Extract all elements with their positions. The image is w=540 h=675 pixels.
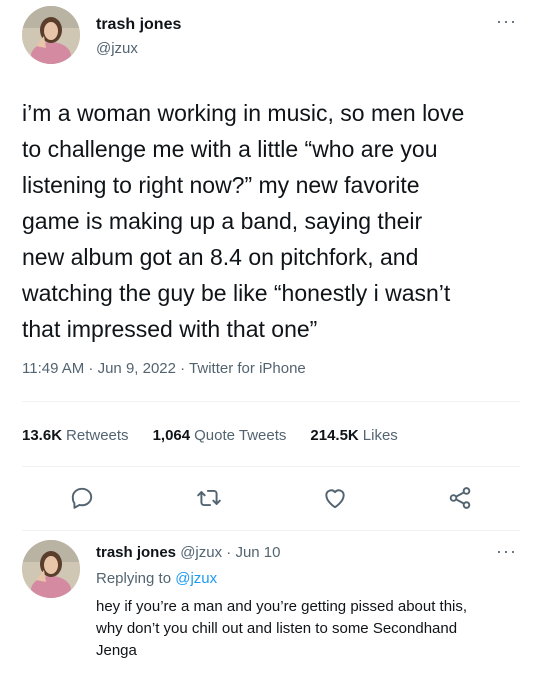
likes-label: Likes	[362, 427, 398, 444]
like-icon	[325, 489, 345, 509]
likes-stat[interactable]: 214.5K Likes	[310, 427, 397, 444]
replying-to-handle-link[interactable]: @jzux	[175, 570, 217, 587]
replying-to: Replying to @jzux	[96, 570, 217, 587]
reply-text: hey if you’re a man and you’re getting p…	[96, 598, 468, 659]
tweet-text: i’m a woman working in music, so men lov…	[22, 100, 465, 342]
reply-header: trash jones @jzux · Jun 10	[96, 544, 281, 561]
quote-tweets-count: 1,064	[152, 427, 191, 444]
reply-author-name[interactable]: trash jones	[96, 544, 176, 561]
tweet-timestamp[interactable]: 11:49 AM · Jun 9, 2022 · Twitter for iPh…	[22, 360, 306, 377]
divider	[22, 530, 520, 531]
separator: ·	[226, 544, 232, 561]
likes-count: 214.5K	[310, 427, 359, 444]
avatar-image	[22, 6, 80, 64]
share-button[interactable]	[447, 485, 473, 511]
replying-prefix: Replying to	[96, 570, 172, 587]
author-handle[interactable]: @jzux	[96, 40, 138, 57]
retweets-label: Retweets	[66, 427, 129, 444]
tweet-actions	[0, 485, 540, 515]
like-button[interactable]	[322, 485, 348, 511]
reply-more-options-icon[interactable]: ···	[496, 542, 517, 560]
retweet-button[interactable]	[196, 485, 222, 511]
reply-date[interactable]: Jun 10	[235, 544, 280, 561]
retweets-stat[interactable]: 13.6K Retweets	[22, 427, 129, 444]
quote-tweets-label: Quote Tweets	[194, 427, 287, 444]
reply-author-avatar[interactable]	[22, 540, 80, 598]
quote-tweets-stat[interactable]: 1,064 Quote Tweets	[153, 427, 287, 444]
author-name[interactable]: trash jones	[96, 16, 181, 34]
divider	[22, 466, 520, 467]
retweet-icon	[197, 489, 221, 507]
author-avatar[interactable]	[22, 6, 80, 64]
reply-button[interactable]	[69, 485, 95, 511]
reply-icon	[71, 487, 93, 509]
divider	[22, 401, 520, 402]
more-options-icon[interactable]: ···	[496, 12, 517, 30]
tweet-stats: 13.6K Retweets 1,064 Quote Tweets 214.5K Li…	[22, 427, 422, 444]
retweets-count: 13.6K	[22, 427, 63, 444]
reply-author-handle[interactable]: @jzux	[180, 544, 222, 561]
share-icon	[449, 487, 471, 509]
avatar-image	[22, 540, 80, 598]
